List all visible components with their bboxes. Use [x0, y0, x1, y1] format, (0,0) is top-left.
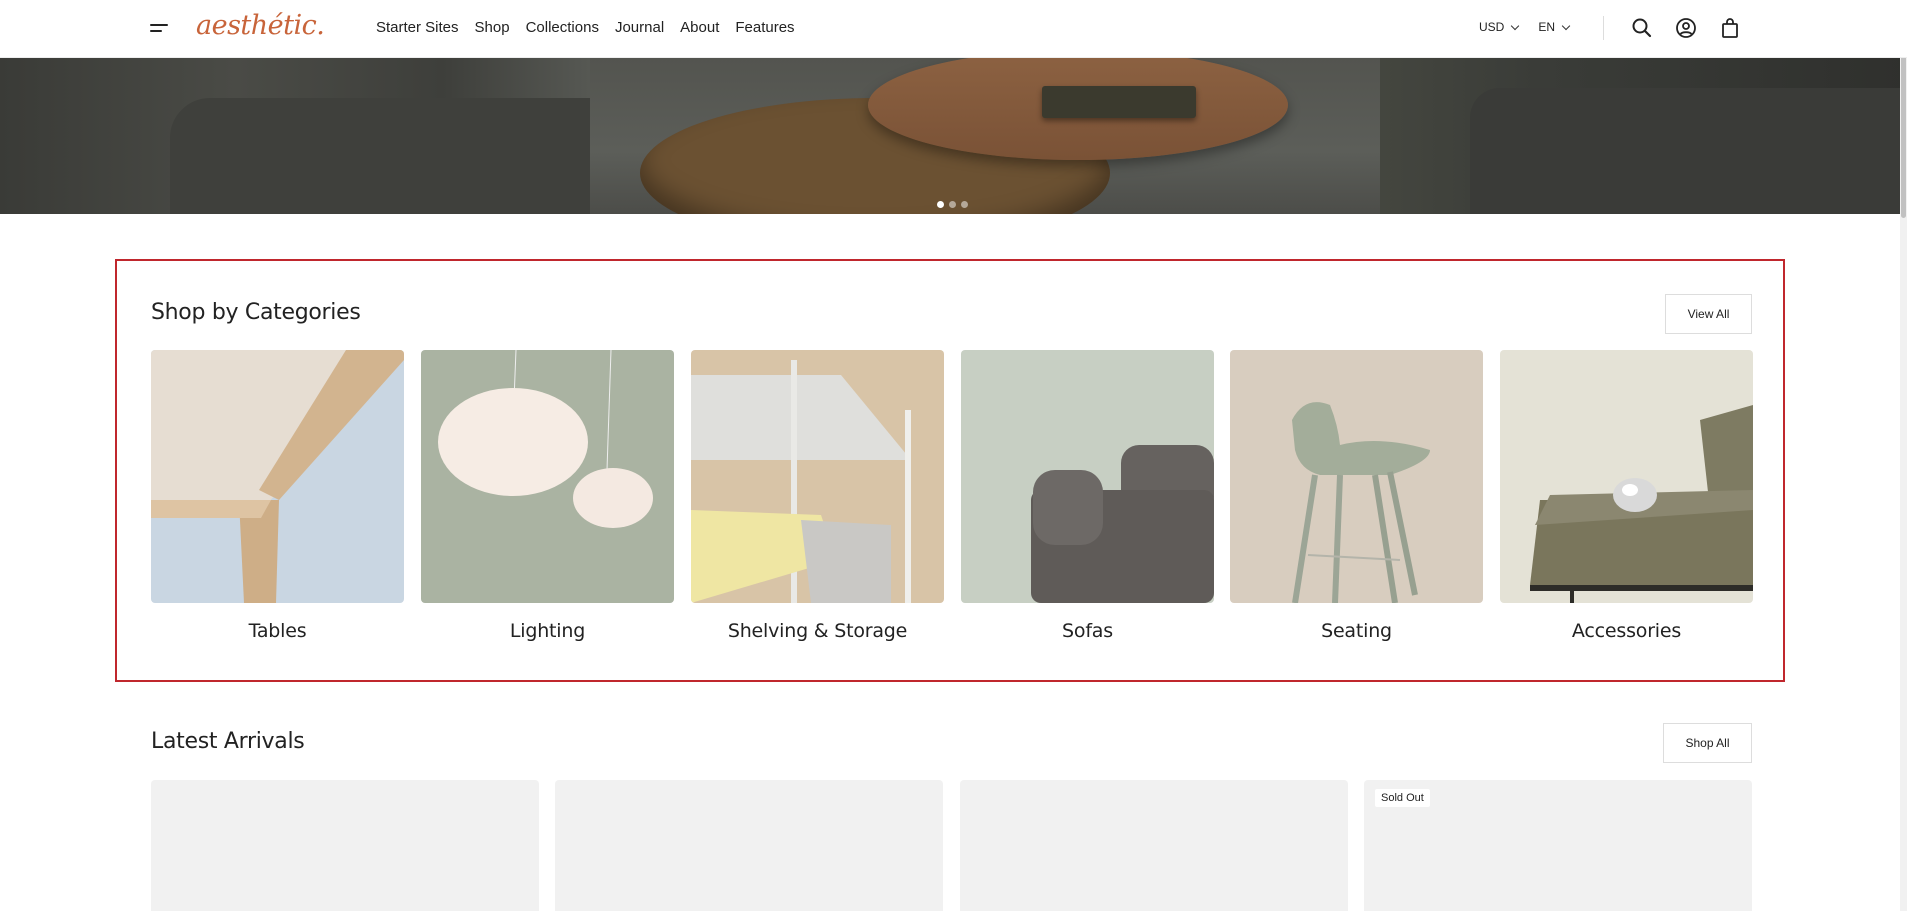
- language-selector[interactable]: EN: [1538, 20, 1571, 34]
- search-icon[interactable]: [1630, 16, 1654, 40]
- nav-collections[interactable]: Collections: [526, 19, 599, 36]
- view-all-button[interactable]: View All: [1665, 294, 1752, 334]
- category-image-sofas: [961, 350, 1214, 603]
- nav-features[interactable]: Features: [735, 19, 794, 36]
- category-card-seating[interactable]: Seating: [1230, 350, 1483, 642]
- category-label: Sofas: [1062, 620, 1113, 642]
- category-label: Shelving & Storage: [727, 620, 908, 642]
- slider-dots: [937, 201, 968, 208]
- category-card-shelving[interactable]: Shelving & Storage: [691, 350, 944, 642]
- category-card-sofas[interactable]: Sofas: [961, 350, 1214, 642]
- category-image-seating: [1230, 350, 1483, 603]
- category-card-tables[interactable]: Tables: [151, 350, 404, 642]
- chevron-down-icon: [1561, 21, 1571, 30]
- shop-all-button[interactable]: Shop All: [1663, 723, 1752, 763]
- site-logo[interactable]: aesthétic.: [196, 10, 325, 41]
- hero-slider[interactable]: [0, 58, 1907, 214]
- hero-image-book: [1042, 86, 1196, 118]
- chevron-down-icon: [1511, 21, 1520, 30]
- category-image-shelving: [691, 350, 944, 603]
- category-image-accessories: [1500, 350, 1753, 603]
- categories-title: Shop by Categories: [151, 300, 361, 325]
- nav-shop[interactable]: Shop: [475, 19, 510, 36]
- category-image-tables: [151, 350, 404, 603]
- header-divider: [1603, 16, 1604, 40]
- product-card[interactable]: [960, 780, 1348, 911]
- latest-arrivals-title: Latest Arrivals: [151, 729, 305, 754]
- nav-about[interactable]: About: [680, 19, 719, 36]
- currency-selector[interactable]: USD: [1479, 20, 1520, 34]
- category-label: Tables: [248, 620, 307, 642]
- account-icon[interactable]: [1674, 16, 1698, 40]
- hero-image-chair-left-back: [170, 98, 590, 214]
- menu-icon[interactable]: [150, 20, 170, 36]
- site-header: aesthétic. Starter Sites Shop Collection…: [0, 0, 1907, 58]
- hero-image-chair-right-back: [1470, 88, 1907, 214]
- product-card[interactable]: [151, 780, 539, 911]
- category-card-accessories[interactable]: Accessories: [1500, 350, 1753, 642]
- language-value: EN: [1538, 20, 1556, 34]
- cart-icon[interactable]: [1718, 16, 1742, 40]
- nav-starter-sites[interactable]: Starter Sites: [376, 19, 459, 36]
- slider-dot-2[interactable]: [949, 201, 956, 208]
- category-label: Accessories: [1571, 620, 1682, 642]
- product-card[interactable]: Sold Out: [1364, 780, 1752, 911]
- category-image-lighting: [421, 350, 674, 603]
- sold-out-badge: Sold Out: [1375, 789, 1430, 807]
- category-label: Lighting: [509, 620, 586, 642]
- nav-journal[interactable]: Journal: [615, 19, 664, 36]
- product-card[interactable]: [555, 780, 943, 911]
- locale-selectors: USD EN: [1479, 20, 1571, 34]
- category-card-lighting[interactable]: Lighting: [421, 350, 674, 642]
- slider-dot-3[interactable]: [961, 201, 968, 208]
- currency-value: USD: [1479, 20, 1505, 34]
- category-label: Seating: [1321, 620, 1392, 642]
- main-nav: Starter Sites Shop Collections Journal A…: [376, 19, 795, 36]
- slider-dot-1[interactable]: [937, 201, 944, 208]
